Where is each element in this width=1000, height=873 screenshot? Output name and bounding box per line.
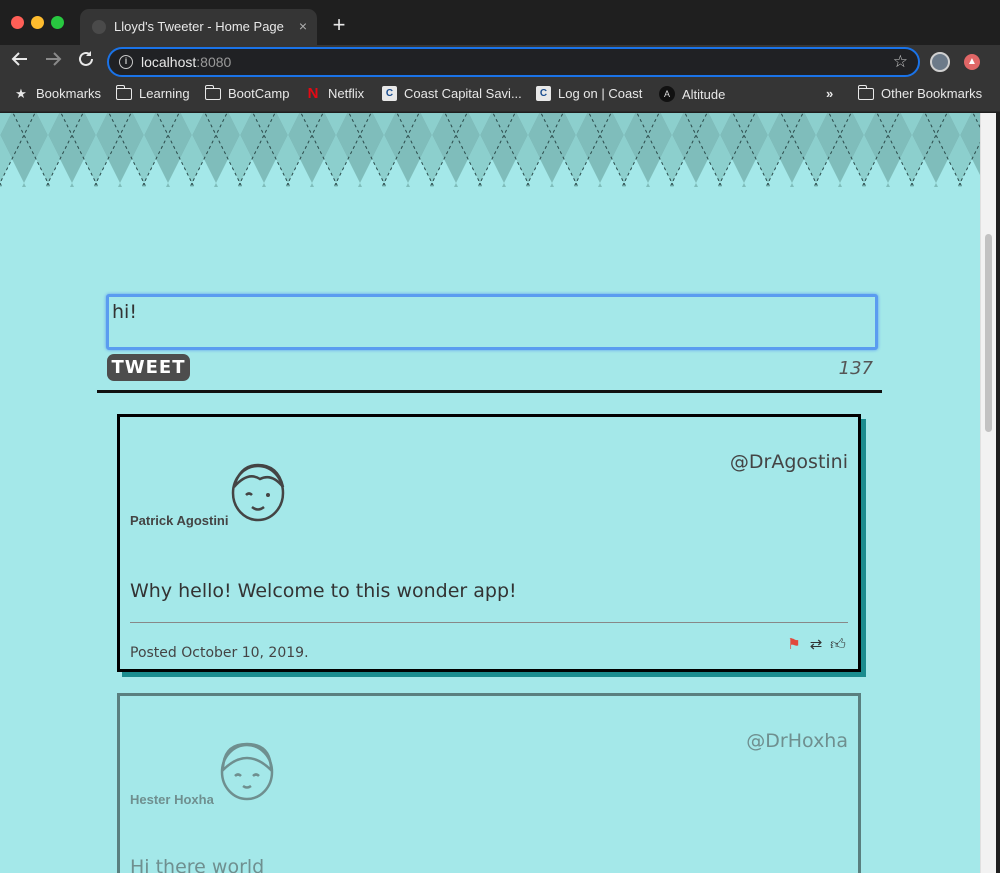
- url-text: localhost:8080: [141, 54, 231, 70]
- maximize-window-button[interactable]: [51, 16, 64, 29]
- bookmark-star-icon[interactable]: ☆: [893, 52, 908, 72]
- netflix-icon: N: [307, 84, 319, 102]
- bookmark-label: Altitude: [682, 86, 726, 102]
- tab-favicon-icon: [92, 20, 106, 34]
- star-icon: ★: [15, 85, 27, 101]
- argyle-header-banner: [0, 113, 980, 187]
- bookmark-label: BootCamp: [228, 86, 290, 101]
- tab-title: Lloyd's Tweeter - Home Page: [114, 19, 284, 34]
- bookmark-label: Coast Capital Savi...: [404, 86, 522, 101]
- tab-bar: Lloyd's Tweeter - Home Page × +: [0, 0, 1000, 45]
- url-port: :8080: [196, 54, 232, 70]
- like-icon[interactable]: 👍︎: [830, 636, 846, 654]
- tweet-timestamp: Posted October 10, 2019.: [130, 645, 309, 661]
- bookmark-item[interactable]: C Log on | Coast: [536, 86, 642, 101]
- tweet-handle: @DrAgostini: [729, 451, 848, 473]
- tweet-card: Hester Hoxha @DrHoxha Hi there world: [117, 693, 861, 873]
- tweet-author: Hester Hoxha: [130, 792, 214, 807]
- character-counter: 137: [838, 358, 873, 379]
- folder-icon: [204, 84, 221, 100]
- minimize-window-button[interactable]: [31, 16, 44, 29]
- bookmark-label: Other Bookmarks: [881, 86, 983, 101]
- address-bar[interactable]: i localhost:8080 ☆: [107, 47, 920, 77]
- bookmark-item[interactable]: ★ Bookmarks: [13, 86, 101, 101]
- bookmark-item[interactable]: A Altitude: [659, 86, 725, 102]
- page-scrollbar[interactable]: [980, 113, 996, 873]
- bookmarks-bar: ★ Bookmarks Learning BootCamp N Netflix …: [0, 79, 1000, 112]
- retweet-icon[interactable]: ⇄: [808, 636, 824, 654]
- bookmark-label: Log on | Coast: [558, 86, 643, 101]
- tweet-author: Patrick Agostini: [130, 513, 229, 528]
- folder-icon: [857, 84, 874, 100]
- back-arrow-icon[interactable]: [9, 50, 31, 72]
- active-tab[interactable]: Lloyd's Tweeter - Home Page ×: [80, 9, 317, 45]
- avatar-icon: [231, 463, 285, 522]
- site-info-icon[interactable]: i: [119, 55, 133, 69]
- forward-arrow-icon[interactable]: [42, 50, 64, 72]
- profile-avatar-icon[interactable]: [930, 52, 950, 72]
- tweet-actions: ⚑ ⇄ 👍︎: [786, 636, 846, 654]
- tweet-card: Patrick Agostini @DrAgostini Why hello! …: [117, 414, 861, 672]
- compose-text: hi!: [112, 301, 137, 323]
- altitude-icon: A: [659, 86, 675, 102]
- tweet-separator: [130, 622, 848, 623]
- reload-icon[interactable]: [75, 50, 97, 72]
- coast-capital-icon: C: [536, 86, 551, 101]
- coast-capital-icon: C: [382, 86, 397, 101]
- bookmark-label: Bookmarks: [36, 86, 102, 101]
- tweet-handle: @DrHoxha: [746, 730, 848, 752]
- bookmark-item[interactable]: C Coast Capital Savi...: [382, 86, 522, 101]
- tweet-content: Hi there world: [130, 856, 265, 873]
- tweet-compose-textarea[interactable]: hi!: [106, 294, 878, 350]
- url-host: localhost: [141, 54, 197, 70]
- tweet-content: Why hello! Welcome to this wonder app!: [130, 580, 517, 602]
- bookmark-item[interactable]: BootCamp: [204, 84, 290, 101]
- bookmark-item[interactable]: Learning: [115, 84, 190, 101]
- new-tab-button[interactable]: +: [328, 14, 350, 37]
- bookmark-label: Netflix: [328, 86, 365, 101]
- page-viewport: hi! TWEET 137 Patrick Agostini @DrAgosti…: [0, 113, 996, 873]
- tweet-button[interactable]: TWEET: [107, 354, 190, 381]
- window-edge: [996, 113, 1000, 873]
- folder-icon: [115, 84, 132, 100]
- bookmark-item[interactable]: N Netflix: [305, 84, 365, 102]
- close-window-button[interactable]: [11, 16, 24, 29]
- flag-icon[interactable]: ⚑: [786, 636, 802, 654]
- scrollbar-thumb[interactable]: [985, 234, 992, 432]
- bookmark-label: Learning: [139, 86, 190, 101]
- extension-icon[interactable]: ▲: [964, 54, 980, 70]
- more-bookmarks-button[interactable]: »: [826, 86, 833, 101]
- other-bookmarks[interactable]: Other Bookmarks: [857, 84, 983, 101]
- avatar-icon: [220, 742, 274, 801]
- browser-toolbar: i localhost:8080 ☆: [0, 45, 1000, 79]
- compose-divider: [97, 390, 882, 393]
- tab-close-icon[interactable]: ×: [299, 18, 307, 34]
